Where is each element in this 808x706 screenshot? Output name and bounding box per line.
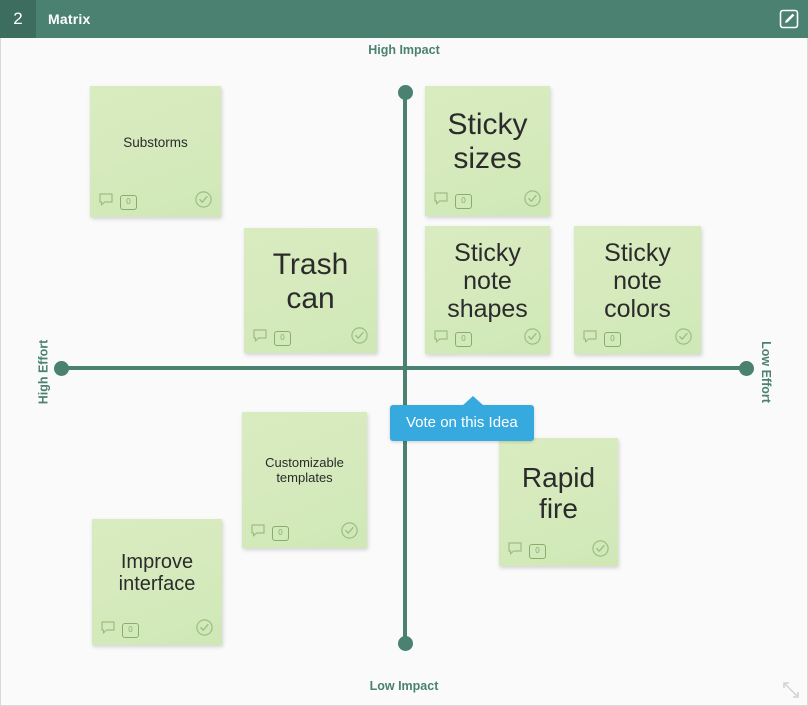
comment-bubble-icon[interactable]	[508, 542, 522, 560]
axis-label-high-impact: High Impact	[368, 43, 440, 57]
check-circle-icon[interactable]	[351, 327, 368, 349]
axis-endpoint-right-dot	[738, 360, 754, 376]
comment-bubble-icon[interactable]	[434, 192, 448, 210]
sticky-note-text: Rapid fire	[521, 461, 596, 524]
comment-bubble-icon[interactable]	[253, 329, 267, 347]
sticky-note-body: Improve interface	[92, 519, 222, 619]
sticky-note-substorms[interactable]: Substorms 0	[90, 86, 221, 217]
axis-label-high-effort: High Effort	[36, 339, 51, 404]
matrix-canvas[interactable]: High Impact Low Impact High Effort Low E…	[0, 38, 808, 706]
sticky-note-footer: 0	[499, 540, 618, 566]
sticky-note-text: Improve interface	[118, 550, 196, 595]
sticky-note-sticky-note-colors[interactable]: Sticky note colors 0	[574, 226, 701, 354]
edit-square-pencil-icon[interactable]	[770, 0, 808, 38]
tooltip-arrow	[462, 396, 484, 406]
sticky-note-text: Sticky sizes	[447, 108, 528, 175]
axis-label-low-impact: Low Impact	[369, 679, 439, 693]
horizontal-axis-line	[61, 366, 746, 370]
sticky-note-text: Trash can	[272, 247, 349, 315]
sticky-note-body: Sticky sizes	[425, 86, 550, 190]
sticky-note-text: Substorms	[123, 134, 188, 150]
board-header: 2 Matrix	[0, 0, 808, 38]
sticky-note-sticky-sizes[interactable]: Sticky sizes 0	[425, 86, 550, 216]
vote-count-badge[interactable]: 0	[455, 331, 472, 347]
comment-bubble-icon[interactable]	[251, 524, 265, 542]
sticky-note-body: Customizable templates	[242, 412, 367, 522]
comment-bubble-icon[interactable]	[101, 621, 115, 639]
sticky-note-body: Sticky note colors	[574, 226, 701, 328]
check-circle-icon[interactable]	[592, 540, 609, 562]
check-circle-icon[interactable]	[675, 328, 692, 350]
sticky-note-footer: 0	[574, 328, 701, 354]
vote-count-badge[interactable]: 0	[529, 543, 546, 559]
axis-endpoint-left-dot	[53, 360, 69, 376]
check-circle-icon[interactable]	[196, 619, 213, 641]
sticky-note-body: Sticky note shapes	[425, 226, 550, 328]
sticky-note-footer: 0	[244, 327, 377, 353]
sticky-note-rapid-fire[interactable]: Rapid fire 0	[499, 438, 618, 566]
sticky-note-body: Substorms	[90, 86, 221, 191]
check-circle-icon[interactable]	[524, 190, 541, 212]
vote-count-badge[interactable]: 0	[455, 193, 472, 209]
sticky-note-body: Trash can	[244, 228, 377, 327]
sticky-note-text: Sticky note shapes	[447, 239, 528, 323]
comment-bubble-icon[interactable]	[583, 330, 597, 348]
sticky-note-trash-can[interactable]: Trash can 0	[244, 228, 377, 353]
vote-tooltip[interactable]: Vote on this Idea	[390, 396, 534, 441]
check-circle-icon[interactable]	[341, 522, 358, 544]
sticky-note-customizable-templates[interactable]: Customizable templates 0	[242, 412, 367, 548]
check-circle-icon[interactable]	[524, 328, 541, 350]
vote-count-badge[interactable]: 0	[122, 622, 139, 638]
sticky-note-footer: 0	[425, 190, 550, 216]
sticky-note-footer: 0	[90, 191, 221, 217]
sticky-note-footer: 0	[92, 619, 222, 645]
axis-endpoint-top-dot	[397, 84, 413, 100]
board-title: Matrix	[48, 11, 91, 27]
sticky-note-text: Sticky note colors	[604, 239, 671, 323]
axis-label-low-effort: Low Effort	[759, 340, 774, 403]
vote-count-badge[interactable]: 0	[120, 194, 137, 210]
comment-bubble-icon[interactable]	[99, 193, 113, 211]
sticky-note-improve-interface[interactable]: Improve interface 0	[92, 519, 222, 645]
matrix-board-app: 2 Matrix High Impact Low Impact High Eff…	[0, 0, 808, 706]
vote-tooltip-label: Vote on this Idea	[406, 414, 518, 431]
vote-count-badge[interactable]: 0	[272, 525, 289, 541]
check-circle-icon[interactable]	[195, 191, 212, 213]
axis-endpoint-bottom-dot	[397, 635, 413, 651]
sticky-note-footer: 0	[425, 328, 550, 354]
board-index-badge: 2	[0, 0, 36, 38]
sticky-note-footer: 0	[242, 522, 367, 548]
vote-count-badge[interactable]: 0	[604, 331, 621, 347]
resize-corner-icon[interactable]	[782, 681, 800, 699]
sticky-note-text: Customizable templates	[265, 455, 344, 485]
sticky-note-sticky-note-shapes[interactable]: Sticky note shapes 0	[425, 226, 550, 354]
sticky-note-body: Rapid fire	[499, 438, 618, 540]
comment-bubble-icon[interactable]	[434, 330, 448, 348]
vote-count-badge[interactable]: 0	[274, 330, 291, 346]
